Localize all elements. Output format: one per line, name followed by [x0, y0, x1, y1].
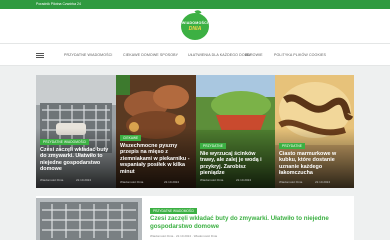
- card-title[interactable]: Czesi zaczęli wkładać buty do zmywarki. …: [40, 147, 112, 173]
- nav-item-przydatne[interactable]: PRZYDATNE WIADOMOŚCI: [64, 53, 112, 57]
- card-category-badge[interactable]: PRZYDATNE: [200, 143, 226, 149]
- card-date: 22.10.2024: [164, 180, 180, 184]
- article-card[interactable]: PRZYDATNE Nie wyrzucaj ścinków trawy, al…: [196, 75, 275, 188]
- article-card[interactable]: PRZYDATNE Ciasto marmurkowe w kubku, któ…: [275, 75, 354, 188]
- featured-article-image[interactable]: [36, 198, 142, 240]
- card-title[interactable]: Ciasto marmurkowe w kubku, które dostani…: [279, 151, 350, 177]
- nav-item-cookies[interactable]: POLITYKA PLIKÓW COOKIES: [274, 53, 326, 57]
- card-date: 22.10.2024: [76, 178, 92, 182]
- card-date: 22.10.2024: [236, 178, 252, 182]
- featured-meta: Wiadomości Dnia · 22.10.2024 · Wiadomośc…: [150, 234, 218, 238]
- article-card[interactable]: CIEKAWE Wszechmocne pyszny przepis na mi…: [116, 75, 196, 188]
- main-navigation: PRZYDATNE WIADOMOŚCI CIEKAWE DOMOWE SPOS…: [0, 43, 390, 66]
- card-author: Wiadomości Dnia: [279, 180, 303, 184]
- top-bar: Poradnik Pilotna Czwórka 24: [0, 0, 390, 9]
- card-title[interactable]: Nie wyrzucaj ścinków trawy, ale zalej je…: [200, 151, 271, 177]
- nav-item-wiadomosci[interactable]: UŁATWIENIA DLA KAŻDEGO DOMU: [188, 53, 251, 57]
- site-logo[interactable]: WIADOMOŚCI DNIA: [181, 13, 209, 40]
- featured-category-badge[interactable]: PRZYDATNE WIADOMOŚCI: [150, 208, 198, 214]
- card-title[interactable]: Wszechmocne pyszny przepis na mięso z zi…: [120, 143, 192, 175]
- nav-item-zdrowie[interactable]: ZDROWIE: [245, 53, 263, 57]
- logo-line-2: DNIA: [188, 26, 202, 32]
- card-date: 22.10.2024: [315, 180, 331, 184]
- logo-line-1: WIADOMOŚCI: [181, 21, 209, 25]
- card-author: Wiadomości Dnia: [200, 178, 224, 182]
- card-category-badge[interactable]: CIEKAWE: [120, 135, 142, 141]
- dishwasher-image: [36, 198, 142, 240]
- article-card[interactable]: PRZYDATNE WIADOMOŚCI Czesi zaczęli wkład…: [36, 75, 116, 188]
- featured-title[interactable]: Czesi zaczęli wkładać buty do zmywarki. …: [150, 215, 330, 230]
- hamburger-menu-icon[interactable]: [36, 53, 44, 58]
- card-category-badge[interactable]: PRZYDATNE: [279, 143, 305, 149]
- card-author: Wiadomości Dnia: [40, 178, 64, 182]
- nav-item-ulatwienia[interactable]: CIEKAWE DOMOWE SPOSOBY: [123, 53, 178, 57]
- top-bar-text: Poradnik Pilotna Czwórka 24: [36, 2, 81, 6]
- card-category-badge[interactable]: PRZYDATNE WIADOMOŚCI: [40, 139, 90, 145]
- card-author: Wiadomości Dnia: [120, 180, 144, 184]
